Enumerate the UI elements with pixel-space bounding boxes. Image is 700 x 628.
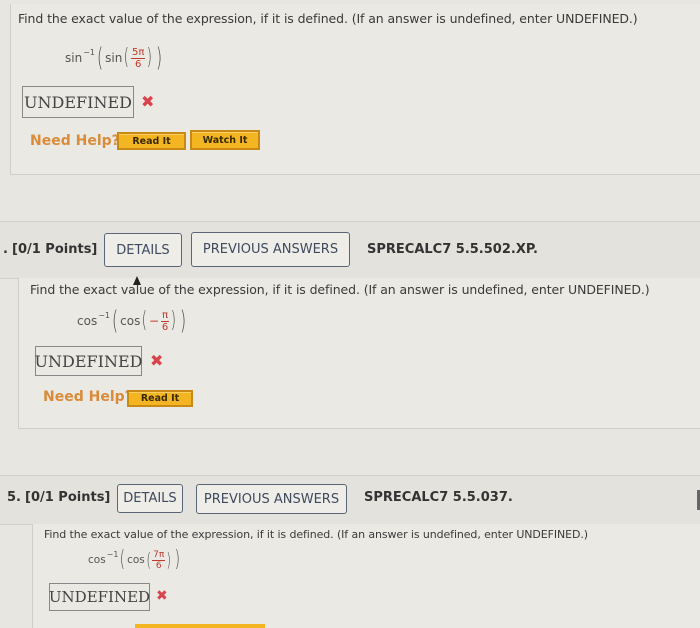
- inner-function: cos: [120, 314, 141, 328]
- question-1-prompt: Find the exact value of the expression, …: [18, 11, 638, 26]
- outer-function: cos: [77, 314, 98, 328]
- outer-function: cos: [88, 554, 106, 566]
- paren-close: ): [155, 43, 163, 73]
- fraction-numerator: π: [161, 309, 170, 322]
- paren-open: (: [97, 43, 104, 73]
- question-2-points: [0/1 Points]: [12, 242, 98, 257]
- details-button[interactable]: DETAILS: [104, 233, 182, 267]
- paren-open: (: [120, 547, 126, 572]
- question-5-expression: cos −1 ( cos ( 7π 6 ) ): [88, 549, 181, 571]
- previous-answers-button[interactable]: PREVIOUS ANSWERS: [196, 484, 347, 514]
- incorrect-icon: ✖: [141, 92, 155, 111]
- paren-open: (: [112, 306, 119, 336]
- answer-field-1[interactable]: UNDEFINED: [22, 86, 134, 118]
- inverse-superscript: −1: [106, 549, 119, 559]
- inverse-superscript: −1: [83, 47, 95, 57]
- question-1-expression: sin −1 ( sin ( 5π 6 ) ): [65, 45, 164, 71]
- previous-answers-button[interactable]: PREVIOUS ANSWERS: [191, 232, 350, 267]
- paren-open: (: [124, 45, 130, 70]
- need-help-label: Need Help?: [30, 133, 120, 149]
- fraction-denominator: 6: [155, 560, 162, 571]
- question-2-expression: cos −1 ( cos ( − π 6 ) ): [77, 308, 188, 334]
- fraction: π 6: [161, 309, 170, 333]
- mouse-cursor-icon: [133, 276, 141, 285]
- paren-close: ): [174, 547, 180, 572]
- incorrect-icon: ✖: [156, 588, 168, 604]
- answer-field-2[interactable]: UNDEFINED: [35, 346, 142, 376]
- inner-function: sin: [105, 51, 123, 65]
- paren-open: (: [146, 548, 151, 571]
- fraction-numerator: 7π: [152, 549, 166, 561]
- read-it-button[interactable]: Read It: [127, 390, 193, 407]
- watch-it-button[interactable]: Watch It: [190, 130, 260, 150]
- question-2-number: .: [3, 242, 8, 257]
- help-buttons-partial: [135, 624, 265, 628]
- negative-sign: −: [148, 314, 160, 328]
- question-5-code: SPRECALC7 5.5.037.: [364, 490, 513, 505]
- fraction: 7π 6: [152, 549, 166, 571]
- fraction-denominator: 6: [161, 321, 169, 333]
- answer-field-5[interactable]: UNDEFINED: [49, 583, 150, 611]
- paren-close: ): [166, 548, 172, 571]
- paren-close: ): [179, 306, 186, 336]
- need-help-label: Need Help?: [43, 389, 133, 405]
- fraction: 5π 6: [130, 46, 146, 70]
- question-5-number: 5.: [7, 490, 21, 505]
- paren-close: ): [170, 308, 176, 333]
- question-5-points: [0/1 Points]: [25, 490, 111, 505]
- fraction-numerator: 5π: [130, 46, 146, 59]
- inverse-superscript: −1: [98, 310, 110, 320]
- fraction-denominator: 6: [134, 58, 142, 70]
- question-2-code: SPRECALC7 5.5.502.XP.: [367, 242, 538, 257]
- outer-function: sin: [65, 51, 83, 65]
- paren-close: ): [147, 45, 153, 70]
- inner-function: cos: [127, 554, 145, 566]
- details-button[interactable]: DETAILS: [117, 484, 183, 513]
- question-2-prompt: Find the exact value of the expression, …: [30, 282, 650, 297]
- paren-open: (: [142, 308, 148, 333]
- incorrect-icon: ✖: [150, 351, 164, 370]
- read-it-button[interactable]: Read It: [117, 132, 186, 150]
- question-5-prompt: Find the exact value of the expression, …: [44, 528, 588, 541]
